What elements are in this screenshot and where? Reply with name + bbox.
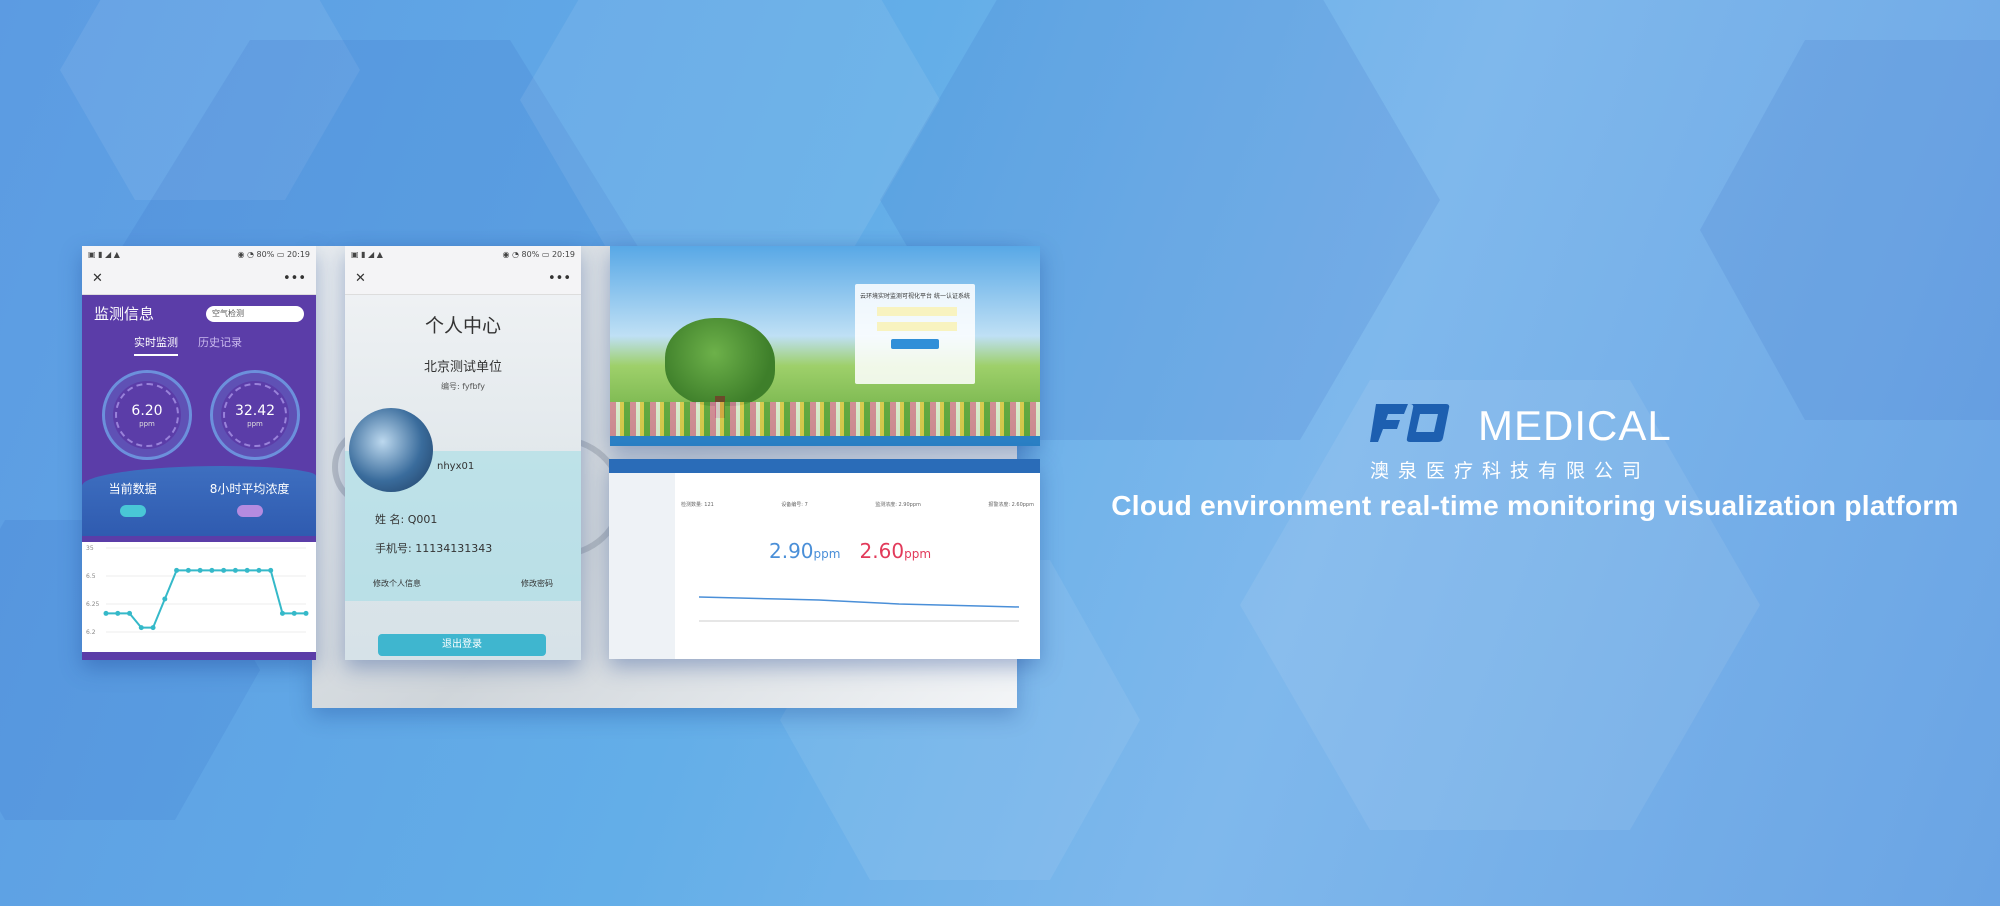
summary-band: 当前数据 8小时平均浓度 <box>82 466 316 536</box>
gauge-value: 6.20 <box>131 403 163 419</box>
value-alarm: 2.60ppm <box>860 539 931 563</box>
username: nhyx01 <box>437 461 475 472</box>
header-cell: 监测浓度: 2.90ppm <box>875 502 921 508</box>
trend-chart-svg: 35 6.5 6.25 6.2 <box>86 545 309 636</box>
chart-point <box>291 610 297 616</box>
status-info: ◉ ◔ 80% ▭ 20:19 <box>237 249 310 259</box>
change-password-link[interactable]: 修改密码 <box>521 578 553 589</box>
dashboard-header-row: 检测数量: 121 设备编号: 7 监测浓度: 2.90ppm 报警浓度: 2.… <box>681 501 1034 508</box>
phone-field: 手机号: 11134131343 <box>375 542 493 555</box>
login-heading: 云环境实时监测可视化平台 统一认证系统 <box>860 293 970 300</box>
fq-logo-icon <box>1370 404 1450 442</box>
password-field[interactable] <box>877 322 957 331</box>
chart-point <box>197 567 203 573</box>
more-icon[interactable]: ••• <box>283 271 306 286</box>
brand-lockup: MEDICAL <box>1370 402 1672 452</box>
chart-point <box>138 625 144 631</box>
hero-banner: ▣ ▮ ◢ ▲ ◉ ◔ 80% ▭ 20:19 ✕ ••• 监测信息 空气检测 … <box>0 0 2000 906</box>
close-icon[interactable]: ✕ <box>92 271 103 286</box>
tab-realtime[interactable]: 实时监测 <box>134 334 178 356</box>
gauge-value: 32.42 <box>234 403 276 419</box>
hex-decoration <box>1700 40 2000 420</box>
chart-y-label: 6.25 <box>86 601 100 608</box>
average-label: 8小时平均浓度 <box>209 482 290 496</box>
chart-point <box>209 567 215 573</box>
chart-point <box>256 567 262 573</box>
chart-point <box>232 567 238 573</box>
org-name: 北京测试单位 <box>423 360 502 375</box>
chart-point <box>162 596 168 602</box>
gauge-current: 6.20 ppm <box>102 370 192 460</box>
chart-point <box>244 567 250 573</box>
close-icon[interactable]: ✕ <box>355 271 366 286</box>
device-select[interactable]: 空气检测 <box>206 305 304 322</box>
value-number: 2.90 <box>769 539 814 563</box>
gauge-unit: ppm <box>139 420 155 428</box>
header-cell: 设备编号: 7 <box>781 502 808 508</box>
chart-point <box>103 610 109 616</box>
status-icons: ▣ ▮ ◢ ▲ <box>88 249 120 259</box>
chart-series-line <box>106 569 306 629</box>
chart-point <box>127 610 133 616</box>
org-code: 编号: fyfbfy <box>441 382 485 391</box>
mini-nav: ✕ ••• <box>82 262 316 295</box>
chart-point <box>279 610 285 616</box>
dashboard-line-chart <box>699 596 1019 622</box>
tab-history[interactable]: 历史记录 <box>198 334 242 356</box>
trend-chart: 35 6.5 6.25 6.2 <box>82 542 316 652</box>
tree-illustration <box>665 318 775 406</box>
chart-point <box>303 610 309 616</box>
status-bar: ▣ ▮ ◢ ▲ ◉ ◔ 80% ▭ 20:19 <box>345 246 581 262</box>
more-icon[interactable]: ••• <box>548 271 571 286</box>
login-box: 云环境实时监测可视化平台 统一认证系统 <box>855 284 975 384</box>
value-current: 2.90ppm <box>769 539 840 563</box>
chart-point <box>185 567 191 573</box>
avatar <box>349 408 433 492</box>
page-title: 个人中心 <box>424 315 501 337</box>
header-cell: 报警浓度: 2.60ppm <box>988 502 1034 508</box>
chart-point <box>150 625 156 631</box>
dashboard-topbar <box>609 459 1040 473</box>
monitor-phone-screenshot: ▣ ▮ ◢ ▲ ◉ ◔ 80% ▭ 20:19 ✕ ••• 监测信息 空气检测 … <box>82 246 316 660</box>
header-cell: 检测数量: 121 <box>681 502 714 508</box>
login-screenshot: 云环境实时监测可视化平台 统一认证系统 <box>610 246 1040 446</box>
chart-point <box>221 567 227 573</box>
logout-button[interactable]: 退出登录 <box>378 634 546 656</box>
login-menu-bar <box>610 436 1040 446</box>
edit-profile-link[interactable]: 修改个人信息 <box>373 578 421 589</box>
chart-point <box>115 610 121 616</box>
flower-field <box>610 402 1040 436</box>
mini-nav: ✕ ••• <box>345 262 581 295</box>
current-data-label: 当前数据 <box>108 482 157 496</box>
page-title: 监测信息 <box>94 305 155 323</box>
status-icons: ▣ ▮ ◢ ▲ <box>351 249 383 259</box>
gauge-unit: ppm <box>247 420 263 428</box>
dashboard-screenshot: 检测数量: 121 设备编号: 7 监测浓度: 2.90ppm 报警浓度: 2.… <box>609 459 1040 659</box>
average-indicator <box>236 505 263 517</box>
username-field[interactable] <box>877 307 957 316</box>
brand-name: MEDICAL <box>1478 402 1672 449</box>
value-unit: ppm <box>904 547 932 561</box>
login-button[interactable] <box>891 339 939 349</box>
chart-y-label: 6.2 <box>86 629 96 636</box>
status-info: ◉ ◔ 80% ▭ 20:19 <box>502 249 575 259</box>
profile-phone-screenshot: ▣ ▮ ◢ ▲ ◉ ◔ 80% ▭ 20:19 ✕ ••• 个人中心 北京测试单… <box>345 246 581 660</box>
value-number: 2.60 <box>859 539 905 563</box>
platform-tagline: Cloud environment real-time monitoring v… <box>1111 490 1959 521</box>
company-name: 澳泉医疗科技有限公司 <box>1370 460 1651 482</box>
chart-point <box>174 567 180 573</box>
chart-y-label: 6.5 <box>86 573 96 580</box>
chart-y-label: 35 <box>86 545 94 552</box>
dashboard-sidebar <box>609 473 675 659</box>
status-bar: ▣ ▮ ◢ ▲ ◉ ◔ 80% ▭ 20:19 <box>82 246 316 262</box>
chart-point <box>268 567 274 573</box>
concentration-values: 2.90ppm 2.60ppm <box>769 539 931 563</box>
value-unit: ppm <box>813 547 841 561</box>
current-indicator <box>119 505 146 517</box>
name-field: 姓 名: Q001 <box>375 513 438 526</box>
gauge-average: 32.42 ppm <box>210 370 300 460</box>
